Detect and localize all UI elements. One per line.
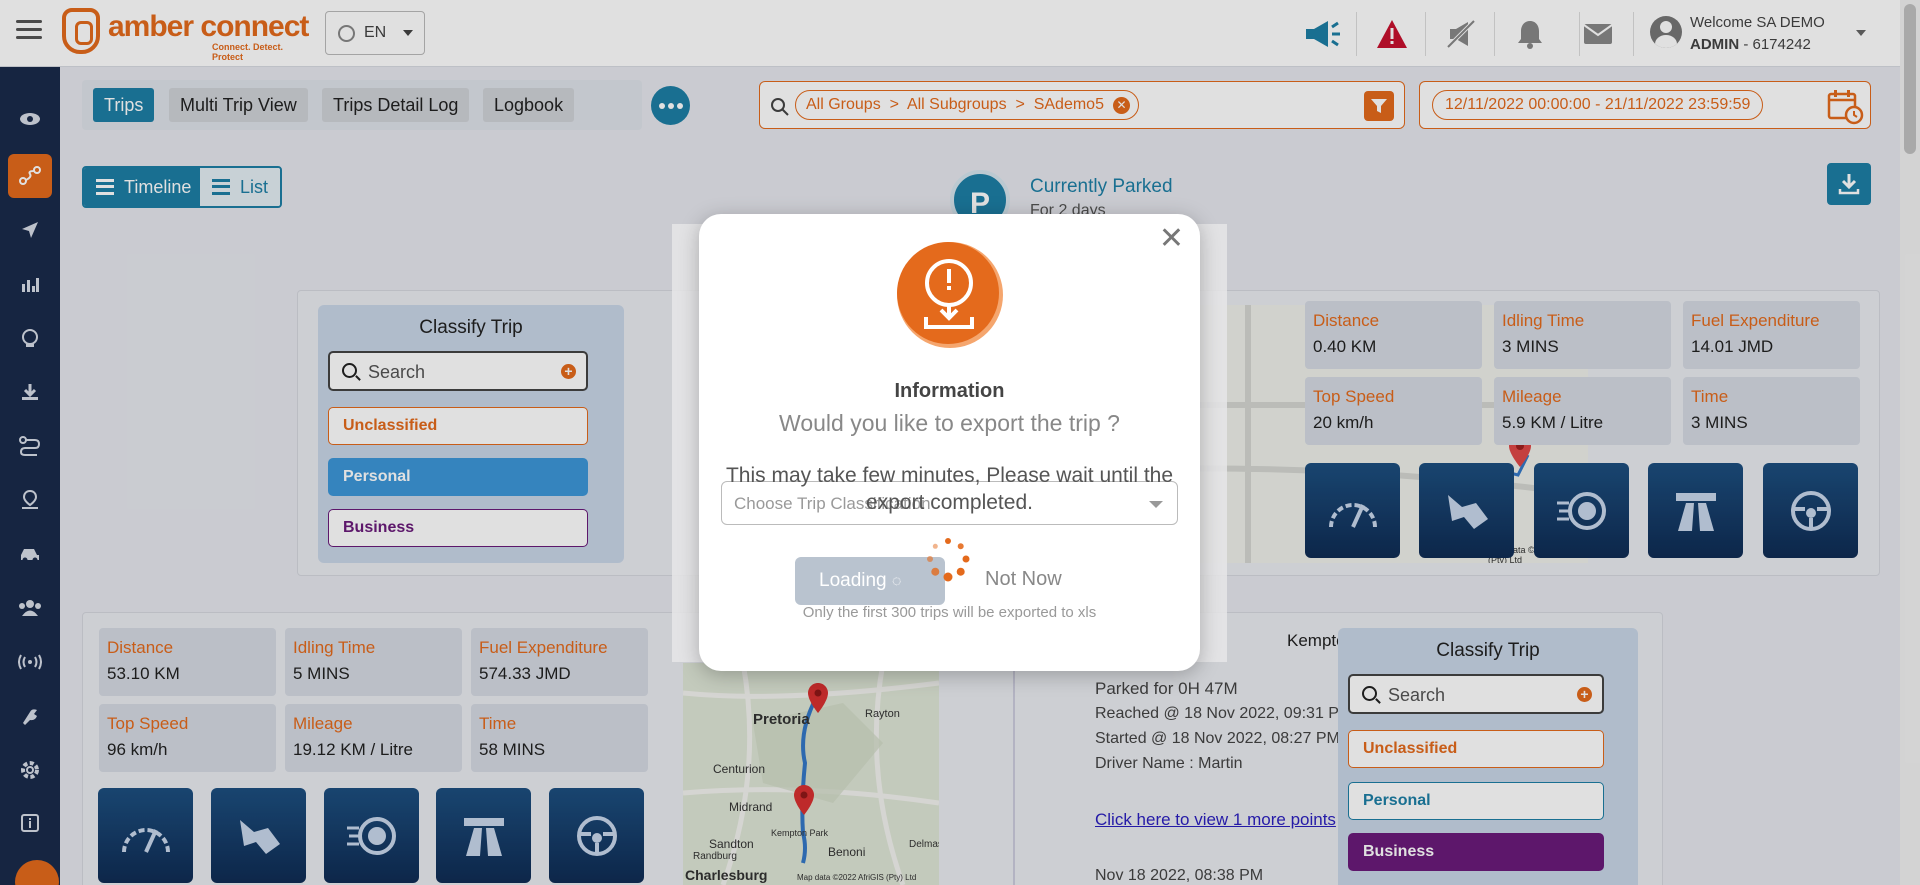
export-limit-note: Only the first 300 trips will be exporte… xyxy=(802,604,1097,621)
dialog-title: Information xyxy=(894,380,1005,402)
not-now-button[interactable]: Not Now xyxy=(985,568,1062,591)
export-info-dialog: ✕ Information Would you like to export t… xyxy=(699,214,1200,671)
loading-button: Loading ◌ xyxy=(795,557,945,605)
wait-message: This may take few minutes, Please wait u… xyxy=(725,464,1174,514)
loading-spinner-icon xyxy=(927,538,970,582)
dialog-question: Would you like to export the trip ? xyxy=(779,410,1120,436)
download-info-icon xyxy=(897,242,1003,348)
close-icon[interactable]: ✕ xyxy=(1159,224,1184,254)
